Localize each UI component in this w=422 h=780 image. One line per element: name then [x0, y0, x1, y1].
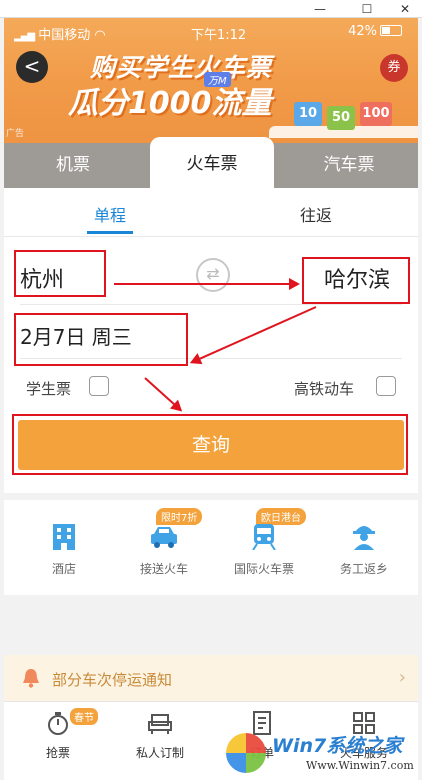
back-button[interactable]: <: [16, 51, 48, 83]
service-international-train[interactable]: 欧日港台 国际火车票: [214, 508, 314, 577]
maximize-icon[interactable]: ☐: [352, 0, 382, 18]
student-ticket-label: 学生票: [26, 380, 72, 398]
student-ticket-checkbox[interactable]: [89, 376, 109, 396]
watermark-title: Win7系统之家: [272, 735, 403, 757]
car-icon: [149, 522, 179, 550]
service-label: 务工返乡: [339, 562, 388, 576]
annotation-arrow: [114, 278, 300, 290]
swap-cities-icon[interactable]: ⇄: [196, 258, 230, 292]
trip-round-trip[interactable]: 往返: [256, 202, 376, 226]
carrier-label: ▂▄▆ 中国移动 ◠: [14, 28, 106, 43]
battery-icon: [380, 25, 402, 36]
service-worker-home[interactable]: 务工返乡: [314, 510, 414, 577]
nav-private-custom[interactable]: 私人订制: [110, 710, 210, 761]
gift-box: 10: [294, 102, 322, 126]
service-label: 接送火车: [139, 562, 188, 576]
service-hotel[interactable]: 酒店: [14, 510, 114, 577]
watermark-url: Www.Winwin7.com: [306, 759, 414, 772]
minimize-icon[interactable]: —: [305, 0, 335, 18]
gift-box: 100: [360, 102, 392, 126]
notice-text: 部分车次停运通知: [52, 671, 173, 689]
gift-box: 50: [327, 106, 355, 130]
close-icon[interactable]: ✕: [390, 0, 420, 18]
tab-train[interactable]: 火车票: [150, 137, 274, 188]
building-icon: [49, 522, 79, 550]
trip-tab-indicator: [87, 231, 133, 234]
high-speed-label: 高铁动车: [294, 380, 355, 398]
promo-subtitle: 瓜分1000流量: [68, 86, 272, 121]
service-train-transfer[interactable]: 限时7折 接送火车: [114, 508, 214, 577]
nav-label: 抢票: [45, 746, 70, 760]
signal-icon: ▂▄▆: [14, 31, 35, 42]
window-titlebar: — ☐ ✕: [0, 0, 422, 18]
divider: [4, 236, 418, 237]
service-label: 酒店: [51, 562, 76, 576]
annotation-box: [302, 257, 410, 304]
battery-status: 42%: [348, 24, 402, 39]
worker-icon: [349, 522, 379, 550]
ad-label: 广告: [6, 129, 25, 139]
tab-bus[interactable]: 汽车票: [280, 143, 418, 188]
high-speed-checkbox[interactable]: [376, 376, 396, 396]
nav-badge: 春节: [70, 708, 98, 725]
wifi-icon: ◠: [94, 28, 106, 43]
trip-one-way[interactable]: 单程: [50, 202, 170, 226]
tab-flight[interactable]: 机票: [4, 143, 142, 188]
status-bar: ▂▄▆ 中国移动 ◠ 下午1:12 42%: [4, 18, 418, 44]
stopwatch-icon: [48, 712, 68, 735]
promo-banner[interactable]: ▂▄▆ 中国移动 ◠ 下午1:12 42% < 购买学生火车票 万M 瓜分100…: [4, 18, 418, 143]
annotation-box: [14, 250, 106, 297]
service-label: 国际火车票: [233, 562, 294, 576]
services-row: 酒店 限时7折 接送火车 欧日港台 国际火车票 务工返乡: [4, 500, 418, 595]
service-notice-bar[interactable]: 部分车次停运通知 ›: [4, 655, 418, 701]
transport-tabs: 机票 火车票 汽车票: [4, 137, 418, 188]
site-watermark: Win7系统之家 Www.Winwin7.com: [222, 727, 418, 779]
divider: [20, 304, 402, 305]
nav-grab-ticket[interactable]: 春节 抢票: [8, 708, 108, 761]
chevron-right-icon: ›: [398, 667, 406, 688]
annotation-box: [14, 313, 188, 366]
nav-label: 私人订制: [135, 746, 184, 760]
bell-icon: [23, 669, 39, 688]
annotation-box: [12, 414, 408, 475]
coupon-button[interactable]: 券: [380, 54, 408, 82]
status-time: 下午1:12: [191, 28, 247, 43]
sofa-icon: [148, 714, 172, 734]
train-icon: [249, 522, 279, 551]
windows-logo-icon: [226, 733, 266, 773]
